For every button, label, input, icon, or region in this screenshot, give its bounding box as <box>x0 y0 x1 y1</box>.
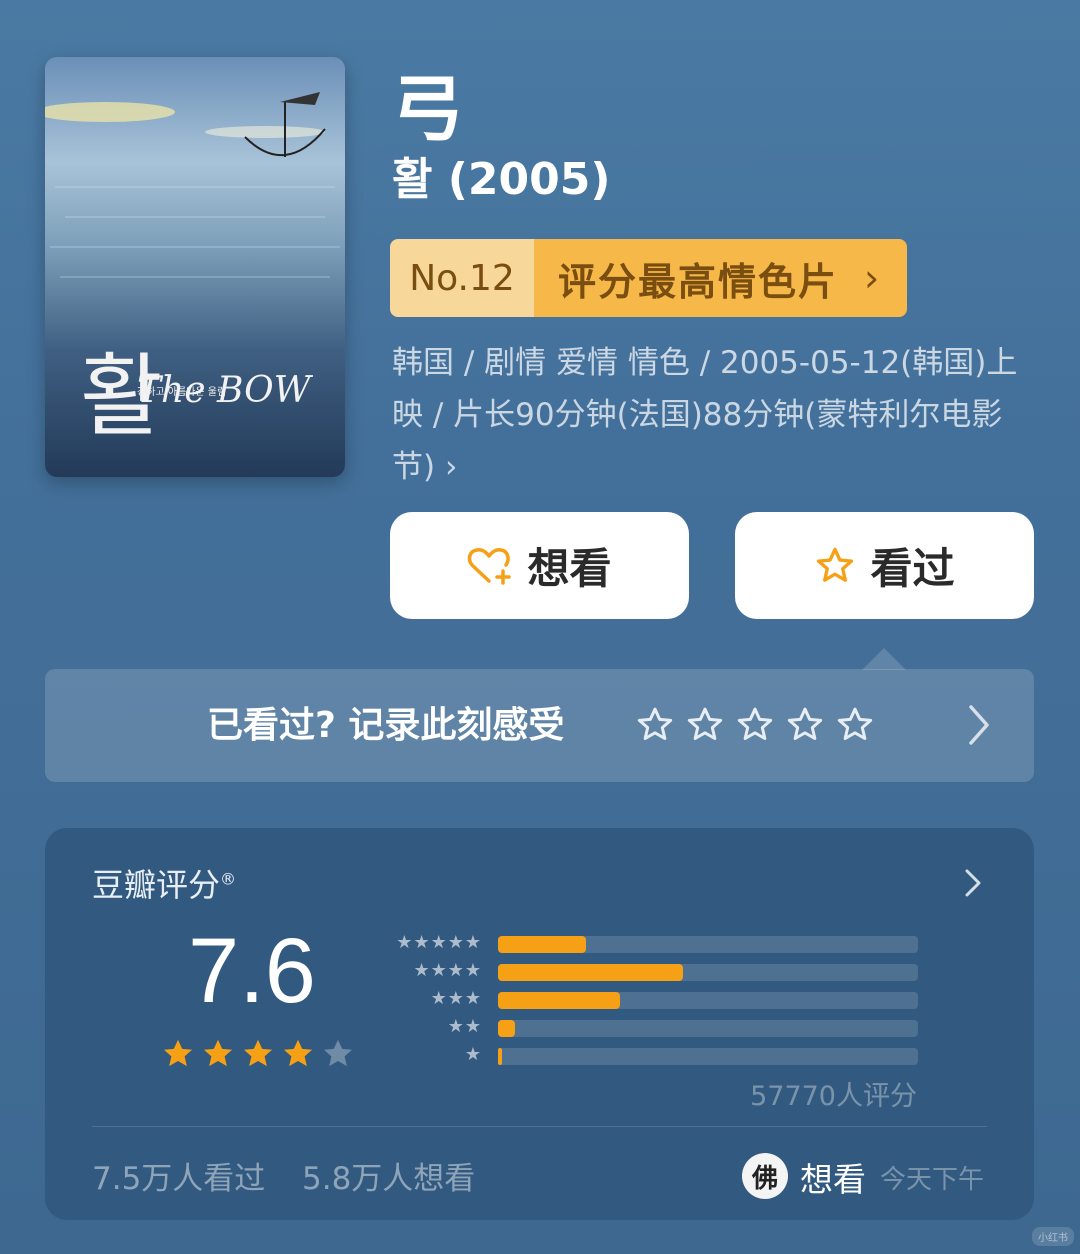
small-star-icon: ★ <box>430 932 447 953</box>
small-star-icon: ★ <box>413 932 430 953</box>
rank-badge[interactable]: No.12 评分最高情色片 › <box>390 239 907 317</box>
tooltip-notch <box>862 648 906 670</box>
star-filled-icon <box>203 1039 233 1067</box>
watermark: 小红书 <box>1032 1227 1074 1246</box>
friend-time: 今天下午 <box>880 1165 985 1195</box>
distribution-row-1: ★ <box>375 1045 918 1065</box>
watched-button[interactable]: 看过 <box>735 512 1034 619</box>
heart-plus-icon <box>468 547 512 585</box>
want-label: 想看 <box>527 544 612 593</box>
chevron-right-icon: › <box>864 256 882 300</box>
distribution-stars: ★ ★ ★ ★ <box>375 961 481 981</box>
distribution-stars: ★ ★ ★ ★ ★ <box>375 933 481 953</box>
distribution-bar <box>498 964 683 981</box>
rank-list-name: 评分最高情色片 › <box>534 239 907 317</box>
distribution-stars: ★ ★ <box>375 1017 481 1037</box>
movie-meta-info[interactable]: 韩国 / 剧情 爱情 情色 / 2005-05-12(韩国)上映 / 片长90分… <box>392 337 1032 493</box>
rank-list-label: 评分最高情色片 <box>558 259 839 304</box>
distribution-bar <box>498 992 620 1009</box>
distribution-track <box>498 1020 918 1037</box>
rate-prompt-bar[interactable]: 已看过? 记录此刻感受 <box>45 669 1034 782</box>
distribution-bar <box>498 936 587 953</box>
rate-star-icon[interactable] <box>635 705 675 745</box>
movie-title: 弓 <box>392 67 465 151</box>
distribution-track <box>498 936 918 953</box>
want-to-watch-button[interactable]: 想看 <box>390 512 689 619</box>
rating-score: 7.6 <box>188 920 316 1022</box>
rate-star-icon[interactable] <box>735 705 775 745</box>
star-filled-icon <box>243 1039 273 1067</box>
distribution-bar <box>498 1020 515 1037</box>
small-star-icon: ★ <box>396 932 413 953</box>
rank-number: No.12 <box>390 239 534 317</box>
small-star-icon: ★ <box>447 1016 464 1037</box>
rating-input-stars[interactable] <box>635 705 885 745</box>
poster-english-text: The BOW <box>137 370 314 411</box>
small-star-icon: ★ <box>413 960 430 981</box>
rate-star-icon[interactable] <box>835 705 875 745</box>
small-star-icon: ★ <box>447 932 464 953</box>
small-star-icon: ★ <box>430 960 447 981</box>
wishlist-count[interactable]: 5.8万人想看 <box>302 1153 475 1198</box>
small-star-icon: ★ <box>464 988 481 1009</box>
distribution-track <box>498 992 918 1009</box>
star-empty-icon <box>323 1039 353 1067</box>
small-star-icon: ★ <box>464 1016 481 1037</box>
distribution-row-3: ★ ★ ★ <box>375 989 918 1009</box>
seen-label: 看过 <box>870 544 955 593</box>
distribution-row-4: ★ ★ ★ ★ <box>375 961 918 981</box>
small-star-icon: ★ <box>447 988 464 1009</box>
rating-label: 豆瓣评分® <box>92 866 237 904</box>
rate-prompt-text: 已看过? 记录此刻感受 <box>207 705 565 746</box>
star-filled-icon <box>163 1039 193 1067</box>
movie-original-title: 활 (2005) <box>392 154 611 205</box>
small-star-icon: ★ <box>464 960 481 981</box>
distribution-stars: ★ <box>375 1045 481 1065</box>
small-star-icon: ★ <box>464 932 481 953</box>
trademark-symbol: ® <box>220 869 237 889</box>
chevron-right-icon <box>965 869 981 897</box>
movie-poster[interactable]: 활 강하고 아름다운 울림 The BOW <box>45 57 345 477</box>
distribution-bar <box>498 1048 503 1065</box>
rate-star-icon[interactable] <box>685 705 725 745</box>
avatar[interactable]: 佛 <box>742 1153 788 1199</box>
rating-count: 57770人评分 <box>750 1081 917 1112</box>
small-star-icon: ★ <box>464 1044 481 1065</box>
rate-star-icon[interactable] <box>785 705 825 745</box>
distribution-stars: ★ ★ ★ <box>375 989 481 1009</box>
distribution-track <box>498 1048 918 1065</box>
small-star-icon: ★ <box>430 988 447 1009</box>
chevron-right-icon <box>969 705 989 745</box>
star-outline-icon <box>817 547 854 582</box>
star-filled-icon <box>283 1039 313 1067</box>
distribution-row-2: ★ ★ <box>375 1017 918 1037</box>
distribution-row-5: ★ ★ ★ ★ ★ <box>375 933 918 953</box>
friend-action: 想看 <box>800 1160 866 1199</box>
watched-count[interactable]: 7.5万人看过 <box>92 1153 265 1198</box>
distribution-track <box>498 964 918 981</box>
douban-rating-card[interactable]: 豆瓣评分® 7.6 ★ ★ ★ ★ ★ ★ ★ ★ ★ ★ ★ ★ ★ ★ ★ 57770人评分 7.5万人… <box>45 828 1034 1220</box>
small-star-icon: ★ <box>447 960 464 981</box>
divider <box>92 1126 987 1127</box>
rating-stars <box>160 1036 360 1072</box>
